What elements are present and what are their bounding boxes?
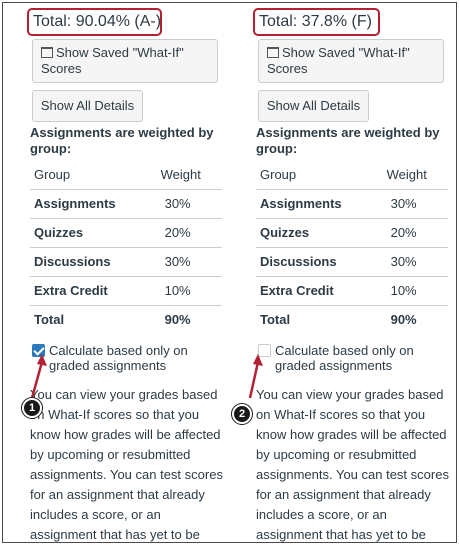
weight-cell: 10% (382, 276, 448, 306)
total-grade: Total: 37.8% (F) (253, 8, 380, 36)
show-all-details-button[interactable]: Show All Details (32, 90, 143, 122)
calc-graded-only-label[interactable]: Calculate based only on graded assignmen… (30, 343, 226, 373)
group-cell: Discussions (30, 247, 157, 277)
total-grade: Total: 90.04% (A-) (27, 8, 162, 36)
weight-cell: 90% (164, 312, 191, 328)
whatif-info-text: You can view your grades based on What-I… (256, 387, 449, 542)
show-whatif-button[interactable]: Show Saved "What-If" Scores (32, 39, 218, 83)
group-cell: Assignments (30, 189, 157, 219)
table-header-row: Group Weight (30, 160, 222, 190)
whatif-label: Show Saved "What-If" Scores (41, 45, 184, 76)
group-cell: Discussions (256, 247, 383, 277)
table-row: Extra Credit 10% (30, 276, 222, 306)
group-cell: Assignments (256, 189, 383, 219)
weighted-heading: Assignments are weighted by group: (256, 125, 440, 156)
weight-cell: 30% (382, 189, 448, 219)
group-cell: Quizzes (30, 218, 157, 248)
weighted-heading: Assignments are weighted by group: (30, 125, 214, 156)
table-row: Quizzes 20% (30, 218, 222, 248)
group-cell: Extra Credit (30, 276, 157, 306)
callout-marker-1: 1 (22, 398, 42, 418)
weight-cell: 30% (156, 189, 222, 219)
whatif-info-text: You can view your grades based on What-I… (30, 387, 223, 542)
col-header-weight: Weight (382, 160, 448, 190)
calendar-icon (41, 47, 53, 58)
calc-graded-only-option: Calculate based only on graded assignmen… (30, 343, 226, 373)
whatif-label: Show Saved "What-If" Scores (267, 45, 410, 76)
calc-graded-only-option: Calculate based only on graded assignmen… (256, 343, 452, 373)
callout-arrow-2 (248, 354, 263, 399)
table-row: Quizzes 20% (256, 218, 448, 248)
col-header-group: Group (256, 160, 383, 190)
calc-graded-only-label[interactable]: Calculate based only on graded assignmen… (256, 343, 452, 373)
show-whatif-button[interactable]: Show Saved "What-If" Scores (258, 39, 444, 83)
table-row: Discussions 30% (256, 247, 448, 277)
weight-cell: 20% (382, 218, 448, 248)
table-row-total: Total 90% (256, 305, 448, 334)
col-header-weight: Weight (156, 160, 222, 190)
table-row: Extra Credit 10% (256, 276, 448, 306)
col-header-group: Group (30, 160, 157, 190)
weight-cell: 30% (382, 247, 448, 277)
table-row-total: Total 90% (30, 305, 222, 334)
show-all-details-button[interactable]: Show All Details (258, 90, 369, 122)
weight-cell: 30% (156, 247, 222, 277)
table-row: Assignments 30% (30, 189, 222, 219)
group-cell: Extra Credit (256, 276, 383, 306)
weight-cell: 90% (390, 312, 417, 328)
table-header-row: Group Weight (256, 160, 448, 190)
table-row: Assignments 30% (256, 189, 448, 219)
weights-table: Group Weight Assignments 30% Quizzes 20%… (30, 160, 222, 334)
group-cell: Quizzes (256, 218, 383, 248)
calendar-icon (267, 47, 279, 58)
table-row: Discussions 30% (30, 247, 222, 277)
group-cell: Total (260, 312, 291, 328)
group-cell: Total (34, 312, 65, 328)
weight-cell: 10% (156, 276, 222, 306)
weight-cell: 20% (156, 218, 222, 248)
weights-table: Group Weight Assignments 30% Quizzes 20%… (256, 160, 448, 334)
callout-marker-2: 2 (232, 404, 252, 424)
